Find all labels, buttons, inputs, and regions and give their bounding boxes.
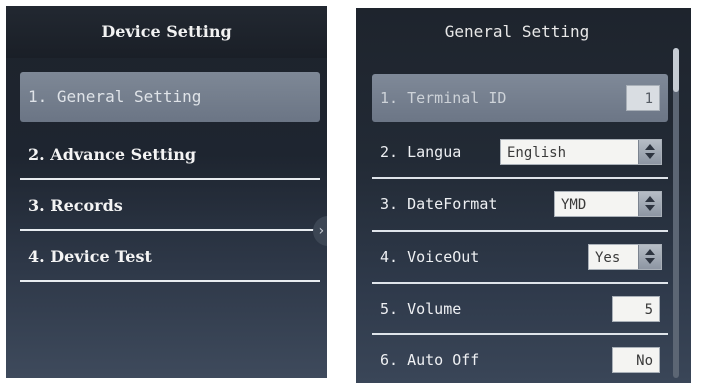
scrollbar-thumb[interactable] [673, 48, 679, 92]
general-setting-screen: General Setting 1. Terminal ID 1 2. Lang… [356, 8, 691, 383]
setting-label: 5. Volume [380, 300, 462, 318]
language-value: English [507, 145, 567, 161]
setting-label: 3. DateFormat [380, 195, 498, 213]
setting-label: 2. Langua [380, 143, 462, 161]
setting-row-volume[interactable]: 5. Volume 5 [372, 285, 668, 333]
spinner-icon[interactable] [638, 245, 661, 269]
screen-title: General Setting [444, 22, 590, 41]
language-select[interactable]: English [500, 139, 662, 165]
divider [372, 333, 668, 335]
scrollbar-track[interactable] [673, 48, 679, 378]
spinner-icon[interactable] [638, 192, 661, 216]
terminal-id-field[interactable]: 1 [626, 85, 660, 111]
spinner-icon[interactable] [638, 140, 661, 164]
setting-row-voice-out[interactable]: 4. VoiceOut Yes [372, 233, 668, 281]
setting-label: 4. VoiceOut [380, 248, 480, 266]
divider [372, 230, 668, 232]
date-format-value: YMD [561, 197, 587, 213]
menu-item-records[interactable]: 3. Records [20, 181, 320, 231]
volume-field[interactable]: 5 [612, 296, 660, 322]
divider [20, 229, 320, 231]
divider [20, 280, 320, 282]
setting-row-date-format[interactable]: 3. DateFormat YMD [372, 180, 668, 228]
setting-row-auto-off[interactable]: 6. Auto Off No [372, 336, 668, 383]
menu-item-device-test[interactable]: 4. Device Test [20, 232, 320, 282]
divider [372, 282, 668, 284]
auto-off-field[interactable]: No [612, 347, 660, 373]
setting-row-terminal-id[interactable]: 1. Terminal ID 1 [372, 74, 668, 122]
screen-title: Device Setting [6, 6, 327, 58]
menu-item-general-setting[interactable]: 1. General Setting [20, 72, 320, 122]
device-setting-screen: Device Setting 1. General Setting 2. Adv… [6, 6, 327, 378]
divider [372, 177, 668, 179]
voice-out-value: Yes [595, 250, 621, 266]
setting-label: 6. Auto Off [380, 351, 480, 369]
voice-out-select[interactable]: Yes [588, 244, 662, 270]
divider [20, 178, 320, 180]
date-format-select[interactable]: YMD [554, 191, 662, 217]
setting-row-language[interactable]: 2. Langua English [372, 128, 668, 176]
menu-item-advance-setting[interactable]: 2. Advance Setting [20, 130, 320, 180]
setting-label: 1. Terminal ID [380, 89, 507, 107]
